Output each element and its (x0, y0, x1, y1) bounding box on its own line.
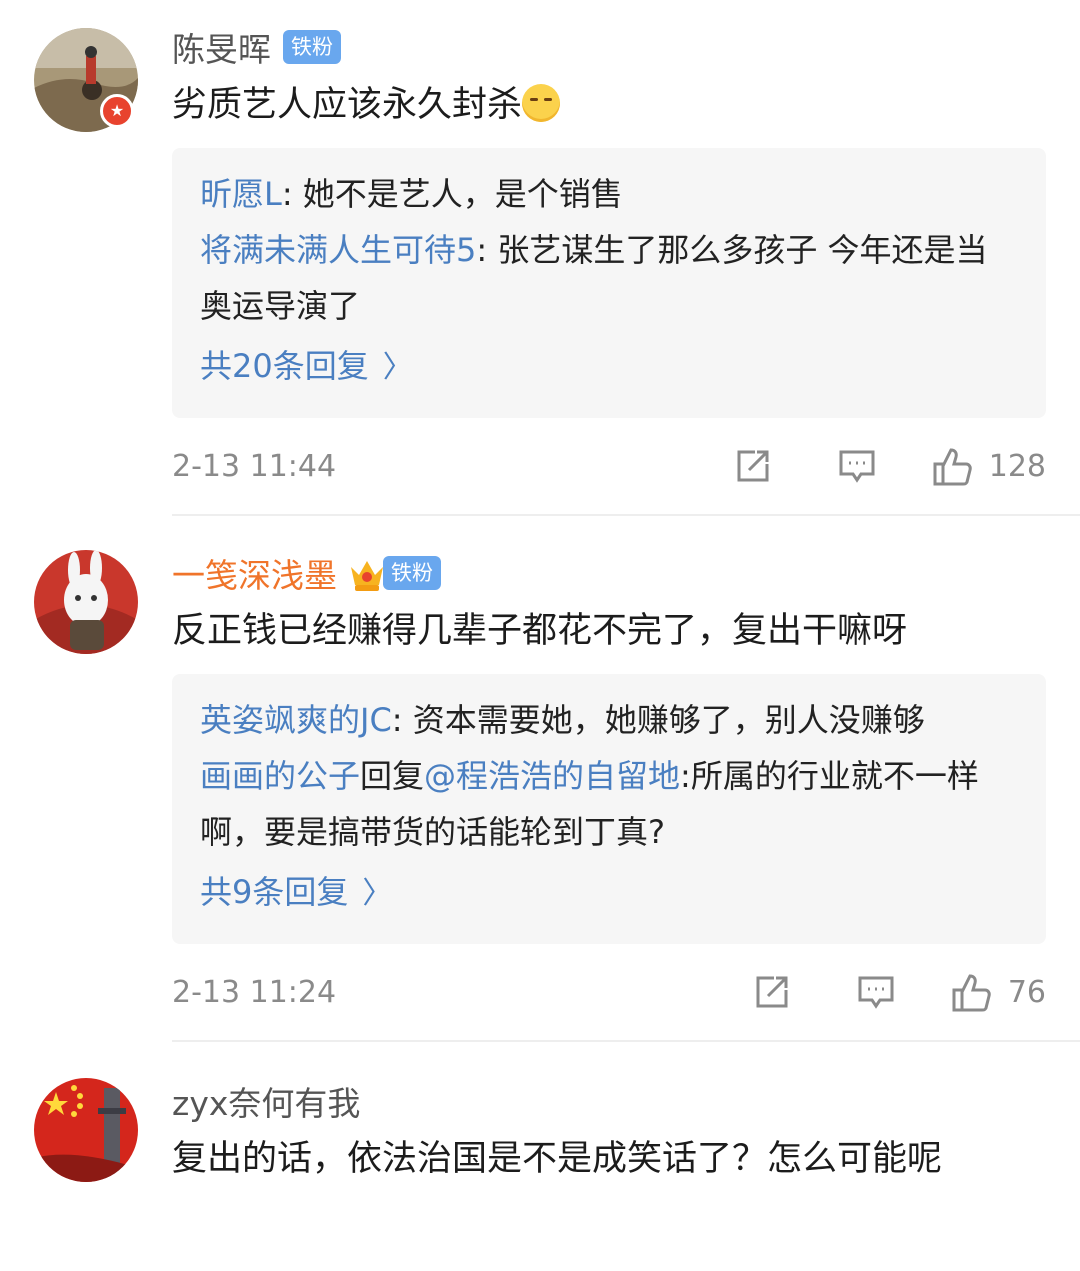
like-count: 76 (1007, 974, 1046, 1010)
chevron-right-icon: 〉 (382, 350, 413, 385)
reply-text: : 资本需要她，她赚够了，别人没赚够 (391, 701, 925, 739)
reply-text: : 她不是艺人，是个销售 (281, 175, 623, 213)
crown-vip-icon (351, 561, 383, 591)
comment-2: 一笺深浅墨 铁粉 反正钱已经赚得几辈子都花不完了，复出干嘛呀 英姿飒爽的JC: … (0, 516, 1080, 1040)
comment-footer: 2-13 11:44 128 (172, 418, 1046, 514)
reply-item[interactable]: 昕愿L: 她不是艺人，是个销售 (200, 166, 1018, 222)
timestamp: 2-13 11:44 (172, 448, 337, 484)
comment-icon[interactable] (827, 446, 887, 486)
comment-text: 劣质艺人应该永久封杀 (172, 76, 1046, 134)
more-replies-link[interactable]: 共9条回复〉 (200, 864, 1018, 922)
comment-text: 反正钱已经赚得几辈子都花不完了，复出干嘛呀 (172, 611, 908, 651)
comment-text: 复出的话，依法治国是不是成笑话了？怎么可能呢 (172, 1139, 943, 1179)
username[interactable]: 陈旻晖 (172, 23, 271, 71)
thumbs-up-icon[interactable] (950, 970, 994, 1014)
avatar[interactable] (34, 550, 138, 654)
verified-badge-icon: ★ (100, 94, 134, 128)
shush-emoji-icon (522, 84, 561, 122)
like-count: 128 (988, 448, 1046, 484)
reply-item[interactable]: 画画的公子回复@程浩浩的自留地:所属的行业就不一样啊，要是搞带货的话能轮到丁真? (200, 748, 1018, 860)
username[interactable]: zyx奈何有我 (172, 1077, 360, 1125)
reply-item[interactable]: 英姿飒爽的JC: 资本需要她，她赚够了，别人没赚够 (200, 692, 1018, 748)
timestamp: 2-13 11:24 (172, 974, 337, 1010)
comment-1: ★ 陈旻晖 铁粉 劣质艺人应该永久封杀 昕愿L: 她不是艺人，是个销售 将满未满… (0, 0, 1080, 514)
comment-icon[interactable] (846, 972, 906, 1012)
chevron-right-icon: 〉 (362, 876, 393, 911)
reply-user[interactable]: 英姿飒爽的JC (200, 701, 392, 739)
more-replies-label[interactable]: 共9条回复 (200, 873, 348, 911)
more-replies-label[interactable]: 共20条回复 (200, 347, 369, 385)
mention-link[interactable]: @程浩浩的自留地 (424, 757, 680, 795)
reply-user[interactable]: 昕愿L (200, 175, 282, 213)
reply-user[interactable]: 画画的公子 (200, 757, 360, 795)
repost-icon[interactable] (742, 972, 802, 1012)
username[interactable]: 一笺深浅墨 (172, 549, 337, 597)
reply-item[interactable]: 将满未满人生可待5: 张艺谋生了那么多孩子 今年还是当奥运导演了 (200, 222, 1018, 334)
comment-3: zyx奈何有我 复出的话，依法治国是不是成笑话了？怎么可能呢 (0, 1042, 1080, 1188)
fan-badge[interactable]: 铁粉 (383, 556, 441, 590)
fan-badge[interactable]: 铁粉 (283, 30, 341, 64)
reply-user[interactable]: 将满未满人生可待5 (200, 231, 476, 269)
avatar[interactable] (34, 1078, 138, 1182)
repost-icon[interactable] (723, 446, 783, 486)
comment-footer: 2-13 11:24 76 (172, 944, 1046, 1040)
replies-box[interactable]: 英姿飒爽的JC: 资本需要她，她赚够了，别人没赚够 画画的公子回复@程浩浩的自留… (172, 674, 1046, 944)
replies-box[interactable]: 昕愿L: 她不是艺人，是个销售 将满未满人生可待5: 张艺谋生了那么多孩子 今年… (172, 148, 1046, 418)
reply-mid: 回复 (360, 757, 425, 795)
thumbs-up-icon[interactable] (931, 444, 975, 488)
more-replies-link[interactable]: 共20条回复〉 (200, 338, 1018, 396)
